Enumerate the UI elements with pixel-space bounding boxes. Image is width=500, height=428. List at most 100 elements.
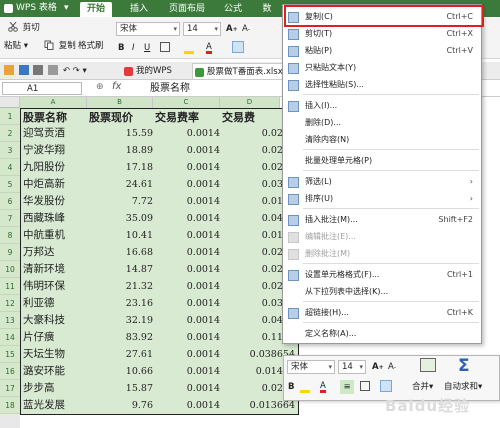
font-color-button[interactable]: A xyxy=(206,41,212,54)
column-header[interactable]: A xyxy=(20,97,87,108)
table-cell[interactable]: 23.16 xyxy=(87,295,157,313)
table-cell[interactable]: 17.18 xyxy=(87,159,157,177)
menu-item[interactable]: 筛选(L) › xyxy=(283,173,481,190)
zoom-icon[interactable]: ⊕ xyxy=(96,82,104,92)
menu-item[interactable]: 选择性粘贴(S)... xyxy=(283,76,481,93)
menu-item[interactable]: 设置单元格格式(F)... Ctrl+1 xyxy=(283,266,481,283)
table-cell[interactable]: 16.68 xyxy=(87,244,157,262)
table-cell[interactable]: 18.89 xyxy=(87,142,157,160)
paste-button[interactable]: 粘贴 ▾ xyxy=(4,39,28,53)
mini-font-grow-button[interactable]: A+ xyxy=(372,360,384,374)
tab-page-layout[interactable]: 页面布局 xyxy=(162,2,212,17)
row-header[interactable]: 13 xyxy=(0,312,20,329)
table-cell[interactable]: 伟明环保 xyxy=(20,278,91,296)
table-cell[interactable]: 大豪科技 xyxy=(20,312,91,330)
table-cell[interactable]: 21.32 xyxy=(87,278,157,296)
table-cell[interactable]: 华发股份 xyxy=(20,193,91,211)
row-header[interactable]: 18 xyxy=(0,397,20,414)
table-cell[interactable]: 0.0014 xyxy=(153,312,224,330)
clear-format-button[interactable] xyxy=(232,41,246,55)
table-cell[interactable]: 0.0014 xyxy=(153,159,224,177)
table-cell[interactable]: 0.0014 xyxy=(153,227,224,245)
preview-icon[interactable] xyxy=(48,65,59,75)
table-cell[interactable]: 14.87 xyxy=(87,261,157,279)
sigma-icon[interactable]: Σ xyxy=(458,356,470,376)
mini-fill-color-button[interactable] xyxy=(300,380,312,394)
table-cell[interactable]: 0.0014 xyxy=(153,397,224,415)
fill-color-button[interactable] xyxy=(184,41,196,55)
table-cell[interactable]: 24.61 xyxy=(87,176,157,194)
table-cell[interactable]: 宁波华翔 xyxy=(20,142,91,160)
menu-item[interactable]: 批量处理单元格(P) xyxy=(283,152,481,169)
underline-button[interactable]: U xyxy=(144,41,150,55)
doc-tab-active[interactable]: 股票做T番面表.xlsx xyxy=(192,63,284,79)
bold-button[interactable]: B xyxy=(118,41,124,55)
row-header[interactable]: 1 xyxy=(0,108,20,125)
table-cell[interactable]: 0.0014 xyxy=(153,329,224,347)
table-cell[interactable]: 万邦达 xyxy=(20,244,91,262)
row-header[interactable]: 8 xyxy=(0,227,20,244)
table-cell[interactable]: 15.87 xyxy=(87,380,157,398)
table-cell[interactable]: 0.0014 xyxy=(153,363,224,381)
menu-item[interactable]: 清除内容(N) xyxy=(283,131,481,148)
table-cell[interactable]: 迎驾贡酒 xyxy=(20,125,91,143)
column-header[interactable]: B xyxy=(87,97,153,108)
menu-item[interactable]: 剪切(T) Ctrl+X xyxy=(283,25,481,42)
mini-font-name-select[interactable]: 宋体 ▾ xyxy=(287,360,335,374)
row-header[interactable]: 6 xyxy=(0,193,20,210)
menu-item[interactable]: 粘贴(P) Ctrl+V xyxy=(283,42,481,59)
mini-font-color-button[interactable]: A xyxy=(320,380,326,393)
borders-button[interactable] xyxy=(160,41,172,55)
table-cell[interactable]: 中航重机 xyxy=(20,227,91,245)
menu-item[interactable]: 插入(I)... xyxy=(283,97,481,114)
font-grow-button[interactable]: A+ xyxy=(226,22,238,36)
row-header[interactable]: 17 xyxy=(0,380,20,397)
mini-bold-button[interactable]: B xyxy=(288,380,294,394)
table-cell[interactable]: 九阳股份 xyxy=(20,159,91,177)
column-header[interactable]: D xyxy=(220,97,280,108)
menu-item[interactable]: 排序(U) › xyxy=(283,190,481,207)
table-cell[interactable]: 0.0014 xyxy=(153,125,224,143)
table-cell[interactable]: 7.72 xyxy=(87,193,157,211)
mini-borders-button[interactable] xyxy=(360,380,372,394)
merge-button[interactable]: 合并▾ xyxy=(412,380,433,394)
row-header[interactable]: 14 xyxy=(0,329,20,346)
tab-formulas[interactable]: 公式 xyxy=(218,2,248,17)
row-header[interactable]: 2 xyxy=(0,125,20,142)
undo-icon[interactable]: ↶ xyxy=(63,66,70,76)
table-cell[interactable]: 天坛生物 xyxy=(20,346,91,364)
copy-button[interactable]: 复制 xyxy=(44,39,76,53)
table-cell[interactable]: 0.0014 xyxy=(153,380,224,398)
table-cell[interactable]: 0.0014 xyxy=(153,176,224,194)
open-folder-icon[interactable] xyxy=(4,65,14,75)
table-cell[interactable]: 10.41 xyxy=(87,227,157,245)
doc-tab-my-wps[interactable]: 我的WPS xyxy=(122,63,192,79)
table-cell[interactable]: 0.0014 xyxy=(153,295,224,313)
format-painter-button[interactable]: 格式刷 xyxy=(78,39,104,53)
mini-align-button[interactable]: ≡ xyxy=(340,380,354,394)
tab-insert[interactable]: 插入 xyxy=(122,2,156,17)
print-icon[interactable] xyxy=(33,65,44,75)
table-cell[interactable]: 15.59 xyxy=(87,125,157,143)
mini-font-size-select[interactable]: 14 ▾ xyxy=(338,360,366,374)
name-box[interactable]: A1 xyxy=(2,82,82,95)
table-cell[interactable]: 0.0014 xyxy=(153,244,224,262)
chevron-down-icon[interactable]: ▾ xyxy=(82,66,86,76)
menu-item[interactable]: 定义名称(A)... xyxy=(283,325,481,342)
table-cell[interactable]: 0.0014 xyxy=(153,142,224,160)
table-cell[interactable]: 蓝光发展 xyxy=(20,397,91,415)
sheet-grid[interactable]: 股票名称 股票现价 交易费率 交易费 迎驾贡酒 15.59 0.0014 0.0218 宁波华翔… xyxy=(20,108,301,428)
formula-input[interactable]: 股票名称 xyxy=(150,82,190,95)
menu-item[interactable]: 插入批注(M)... Shift+F2 xyxy=(283,211,481,228)
menu-item[interactable]: 只粘贴文本(Y) xyxy=(283,59,481,76)
table-cell[interactable]: 10.66 xyxy=(87,363,157,381)
merge-cells-icon[interactable] xyxy=(420,358,436,372)
row-header[interactable]: 15 xyxy=(0,346,20,363)
column-header[interactable]: C xyxy=(153,97,220,108)
table-cell[interactable]: 中炬高新 xyxy=(20,176,91,194)
row-header[interactable]: 12 xyxy=(0,295,20,312)
table-cell[interactable]: 32.19 xyxy=(87,312,157,330)
row-header[interactable]: 16 xyxy=(0,363,20,380)
mini-font-shrink-button[interactable]: A- xyxy=(388,360,396,374)
font-size-select[interactable]: 14 ▾ xyxy=(183,22,221,36)
